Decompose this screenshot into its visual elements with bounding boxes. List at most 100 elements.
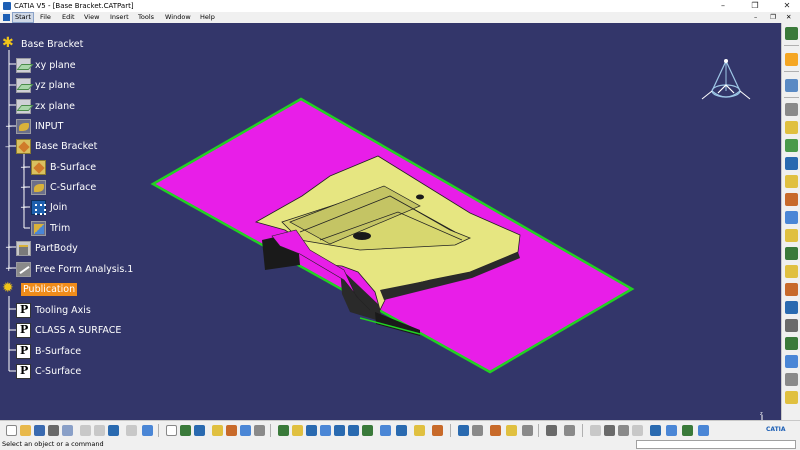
tree-root-base-bracket[interactable]: Base Bracket [2,35,83,52]
update-icon[interactable] [472,425,483,436]
measure-icon[interactable] [212,425,223,436]
extrude-icon[interactable] [785,157,798,170]
lock-icon[interactable] [522,425,533,436]
light-icon[interactable] [618,425,629,436]
zoom-in-icon[interactable] [334,425,345,436]
normal-view-icon[interactable] [362,425,373,436]
cut-icon[interactable] [80,425,91,436]
tool-palette-icon[interactable] [490,425,501,436]
sketch-icon[interactable] [785,79,798,92]
tree-item-free-form-analysis[interactable]: Free Form Analysis.1 [16,261,133,277]
section-icon[interactable] [546,425,557,436]
pan-icon[interactable] [306,425,317,436]
tree-label: B-Surface [35,345,82,357]
undo-icon[interactable] [108,425,119,436]
tree-item-yz-plane[interactable]: yz plane [16,77,75,93]
clash-icon[interactable] [564,425,575,436]
tree-item-c-surface[interactable]: C-Surface [31,179,96,195]
fit-all-icon[interactable] [292,425,303,436]
tree-item-base-bracket-set[interactable]: Base Bracket [16,138,97,154]
menu-file[interactable]: File [40,12,51,23]
menu-view[interactable]: View [84,12,99,23]
doc-minimize-button[interactable]: – [754,12,757,23]
apply-material-icon[interactable] [254,425,265,436]
tree-item-class-a-surface[interactable]: CLASS A SURFACE [16,322,121,338]
tree-item-pub-c-surface[interactable]: C-Surface [16,363,81,379]
layer-icon[interactable] [666,425,677,436]
tree-item-tooling-axis[interactable]: Tooling Axis [16,302,91,318]
scaling-icon[interactable] [785,373,798,386]
multi-view-icon[interactable] [380,425,391,436]
print-icon[interactable] [48,425,59,436]
redo-icon[interactable] [126,425,137,436]
iso-view-icon[interactable] [396,425,407,436]
split-icon[interactable] [785,265,798,278]
whats-this-icon[interactable] [142,425,153,436]
menu-edit[interactable]: Edit [62,12,75,23]
render-icon[interactable] [590,425,601,436]
plane-tool-icon[interactable] [785,139,798,152]
offset-icon[interactable] [785,229,798,242]
shading-icon[interactable] [414,425,425,436]
tree-item-zx-plane[interactable]: zx plane [16,98,75,114]
translate-icon[interactable] [785,319,798,332]
open-file-icon[interactable] [20,425,31,436]
filter-icon[interactable] [650,425,661,436]
catalog-icon[interactable] [506,425,517,436]
doc-close-button[interactable]: ✕ [786,12,791,23]
axis-system-icon[interactable] [240,425,251,436]
environment-icon[interactable] [632,425,643,436]
knowledge-icon[interactable] [180,425,191,436]
analysis-tool-icon[interactable] [226,425,237,436]
close-button[interactable]: ✕ [776,0,798,12]
restore-button[interactable]: ❐ [744,0,766,12]
tree-item-trim[interactable]: Trim [31,220,70,236]
spec-icon[interactable] [458,425,469,436]
sweep-icon[interactable] [785,193,798,206]
revolve-icon[interactable] [785,175,798,188]
select-arrow-icon[interactable] [785,53,798,66]
extrapolate-icon[interactable] [785,391,798,404]
hide-show-icon[interactable] [432,425,443,436]
tree-item-pub-b-surface[interactable]: B-Surface [16,343,81,359]
fly-mode-icon[interactable] [278,425,289,436]
doc-restore-button[interactable]: ❐ [770,12,776,23]
zoom-out-icon[interactable] [348,425,359,436]
tree-item-publication[interactable]: Publication [2,280,78,297]
join-tool-icon[interactable] [785,247,798,260]
menu-help[interactable]: Help [200,12,215,23]
rotate-view-icon[interactable] [320,425,331,436]
properties-icon[interactable] [682,425,693,436]
menu-tools[interactable]: Tools [138,12,154,23]
law-icon[interactable] [194,425,205,436]
menu-start[interactable]: Start [12,12,34,23]
tree-item-join[interactable]: Join [31,199,67,215]
workbench-icon[interactable] [785,27,798,40]
fill-icon[interactable] [785,211,798,224]
trim-tool-icon[interactable] [785,283,798,296]
bracket-hole-small[interactable] [416,194,424,200]
fillet-icon[interactable] [785,301,798,314]
menu-insert[interactable]: Insert [110,12,129,23]
tree-item-input[interactable]: INPUT [16,118,63,134]
copy-icon[interactable] [94,425,105,436]
new-file-icon[interactable] [6,425,17,436]
point-icon[interactable] [785,103,798,116]
camera-icon[interactable] [604,425,615,436]
tree-item-partbody[interactable]: PartBody [16,240,78,256]
bracket-hole-large[interactable] [353,232,371,240]
formula-icon[interactable] [166,425,177,436]
tree-item-xy-plane[interactable]: xy plane [16,57,76,73]
minimize-button[interactable]: – [712,0,734,12]
quick-print-icon[interactable] [62,425,73,436]
compass-icon[interactable] [697,57,755,113]
tree-item-b-surface[interactable]: B-Surface [31,159,96,175]
symmetry-icon[interactable] [785,355,798,368]
menu-window[interactable]: Window [165,12,191,23]
eraser-icon[interactable] [698,425,709,436]
save-icon[interactable] [34,425,45,436]
rotate-icon[interactable] [785,337,798,350]
join-icon [31,199,46,215]
command-input[interactable] [636,440,796,449]
line-icon[interactable] [785,121,798,134]
